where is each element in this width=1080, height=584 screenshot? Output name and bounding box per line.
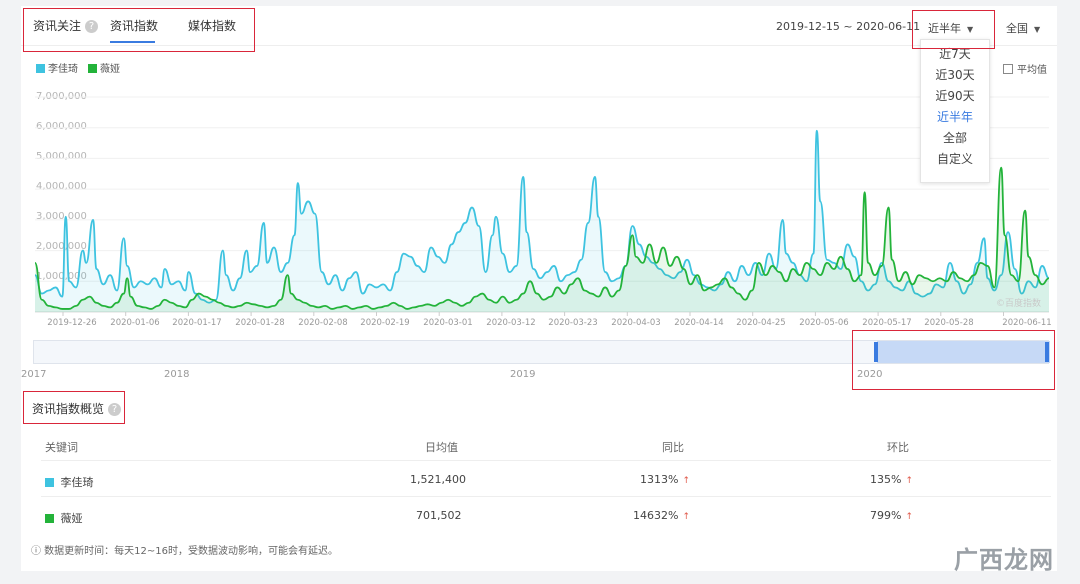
x-tick-label: 2020-01-17 — [172, 318, 222, 328]
x-tick-label: 2020-03-23 — [548, 318, 598, 328]
column-header-keyword: 关键词 — [45, 441, 78, 454]
keyword-cell: 李佳琦 — [45, 474, 94, 490]
highlight-box-period — [912, 10, 995, 49]
brand-watermark: 广西龙网 — [954, 546, 1054, 574]
x-tick-label: 2020-01-28 — [235, 318, 285, 328]
timeline-year: 2017 — [21, 369, 47, 380]
keyword-swatch — [45, 478, 54, 487]
x-tick-label: 2019-12-26 — [47, 318, 97, 328]
x-tick-label: 2020-03-01 — [423, 318, 473, 328]
update-note: ⓘ 数据更新时间：每天12~16时，受数据波动影响，可能会有延迟。 — [31, 546, 339, 557]
mom-cell: 135% ↑ — [870, 473, 913, 486]
period-menu: 近7天 近30天 近90天 近半年 全部 自定义 — [920, 39, 990, 183]
index-panel: 资讯关注? 资讯指数 媒体指数 2019-12-15 ~ 2020-06-11 … — [21, 6, 1057, 571]
x-tick-label: 2020-05-17 — [862, 318, 912, 328]
arrow-up-icon: ↑ — [682, 512, 690, 522]
menu-item-all[interactable]: 全部 — [921, 128, 989, 149]
yoy-cell: 1313% ↑ — [640, 473, 690, 486]
menu-item-90d[interactable]: 近90天 — [921, 86, 989, 107]
x-tick-label: 2020-05-06 — [799, 318, 849, 328]
divider — [41, 460, 1051, 461]
mom-value: 799% — [870, 509, 902, 522]
x-tick-label: 2020-05-28 — [924, 318, 974, 328]
arrow-up-icon: ↑ — [682, 476, 690, 486]
x-tick-label: 2020-01-06 — [110, 318, 160, 328]
arrow-up-icon: ↑ — [905, 476, 913, 486]
column-header-mom: 环比 — [887, 441, 909, 454]
yoy-value: 14632% — [633, 509, 679, 522]
x-tick-label: 2020-06-11 — [1002, 318, 1052, 328]
x-tick-label: 2020-02-08 — [298, 318, 348, 328]
mom-value: 135% — [870, 473, 902, 486]
x-tick-label: 2020-04-14 — [674, 318, 724, 328]
mom-cell: 799% ↑ — [870, 509, 913, 522]
menu-item-custom[interactable]: 自定义 — [921, 149, 989, 170]
x-tick-label: 2020-04-25 — [736, 318, 786, 328]
x-tick-label: 2020-04-03 — [611, 318, 661, 328]
daily-avg-cell: 701,502 — [416, 509, 462, 522]
timeline-year: 2019 — [510, 369, 536, 380]
divider — [41, 496, 1051, 497]
yoy-cell: 14632% ↑ — [633, 509, 690, 522]
watermark: ©百度指数 — [996, 299, 1042, 309]
column-header-daily-avg: 日均值 — [425, 441, 458, 454]
column-header-yoy: 同比 — [662, 441, 684, 454]
timeline-year: 2018 — [164, 369, 190, 380]
menu-item-30d[interactable]: 近30天 — [921, 65, 989, 86]
highlight-box-overview — [23, 391, 125, 424]
keyword-cell: 薇娅 — [45, 510, 83, 526]
x-tick-label: 2020-03-12 — [486, 318, 536, 328]
highlight-box-timeline — [852, 330, 1055, 390]
keyword-text: 薇娅 — [60, 512, 83, 525]
keyword-text: 李佳琦 — [60, 476, 94, 489]
arrow-up-icon: ↑ — [905, 512, 913, 522]
yoy-value: 1313% — [640, 473, 679, 486]
index-trend-chart[interactable] — [21, 6, 1057, 336]
keyword-swatch — [45, 514, 54, 523]
x-tick-label: 2020-02-19 — [360, 318, 410, 328]
daily-avg-cell: 1,521,400 — [410, 473, 466, 486]
menu-item-half-year[interactable]: 近半年 — [921, 107, 989, 128]
